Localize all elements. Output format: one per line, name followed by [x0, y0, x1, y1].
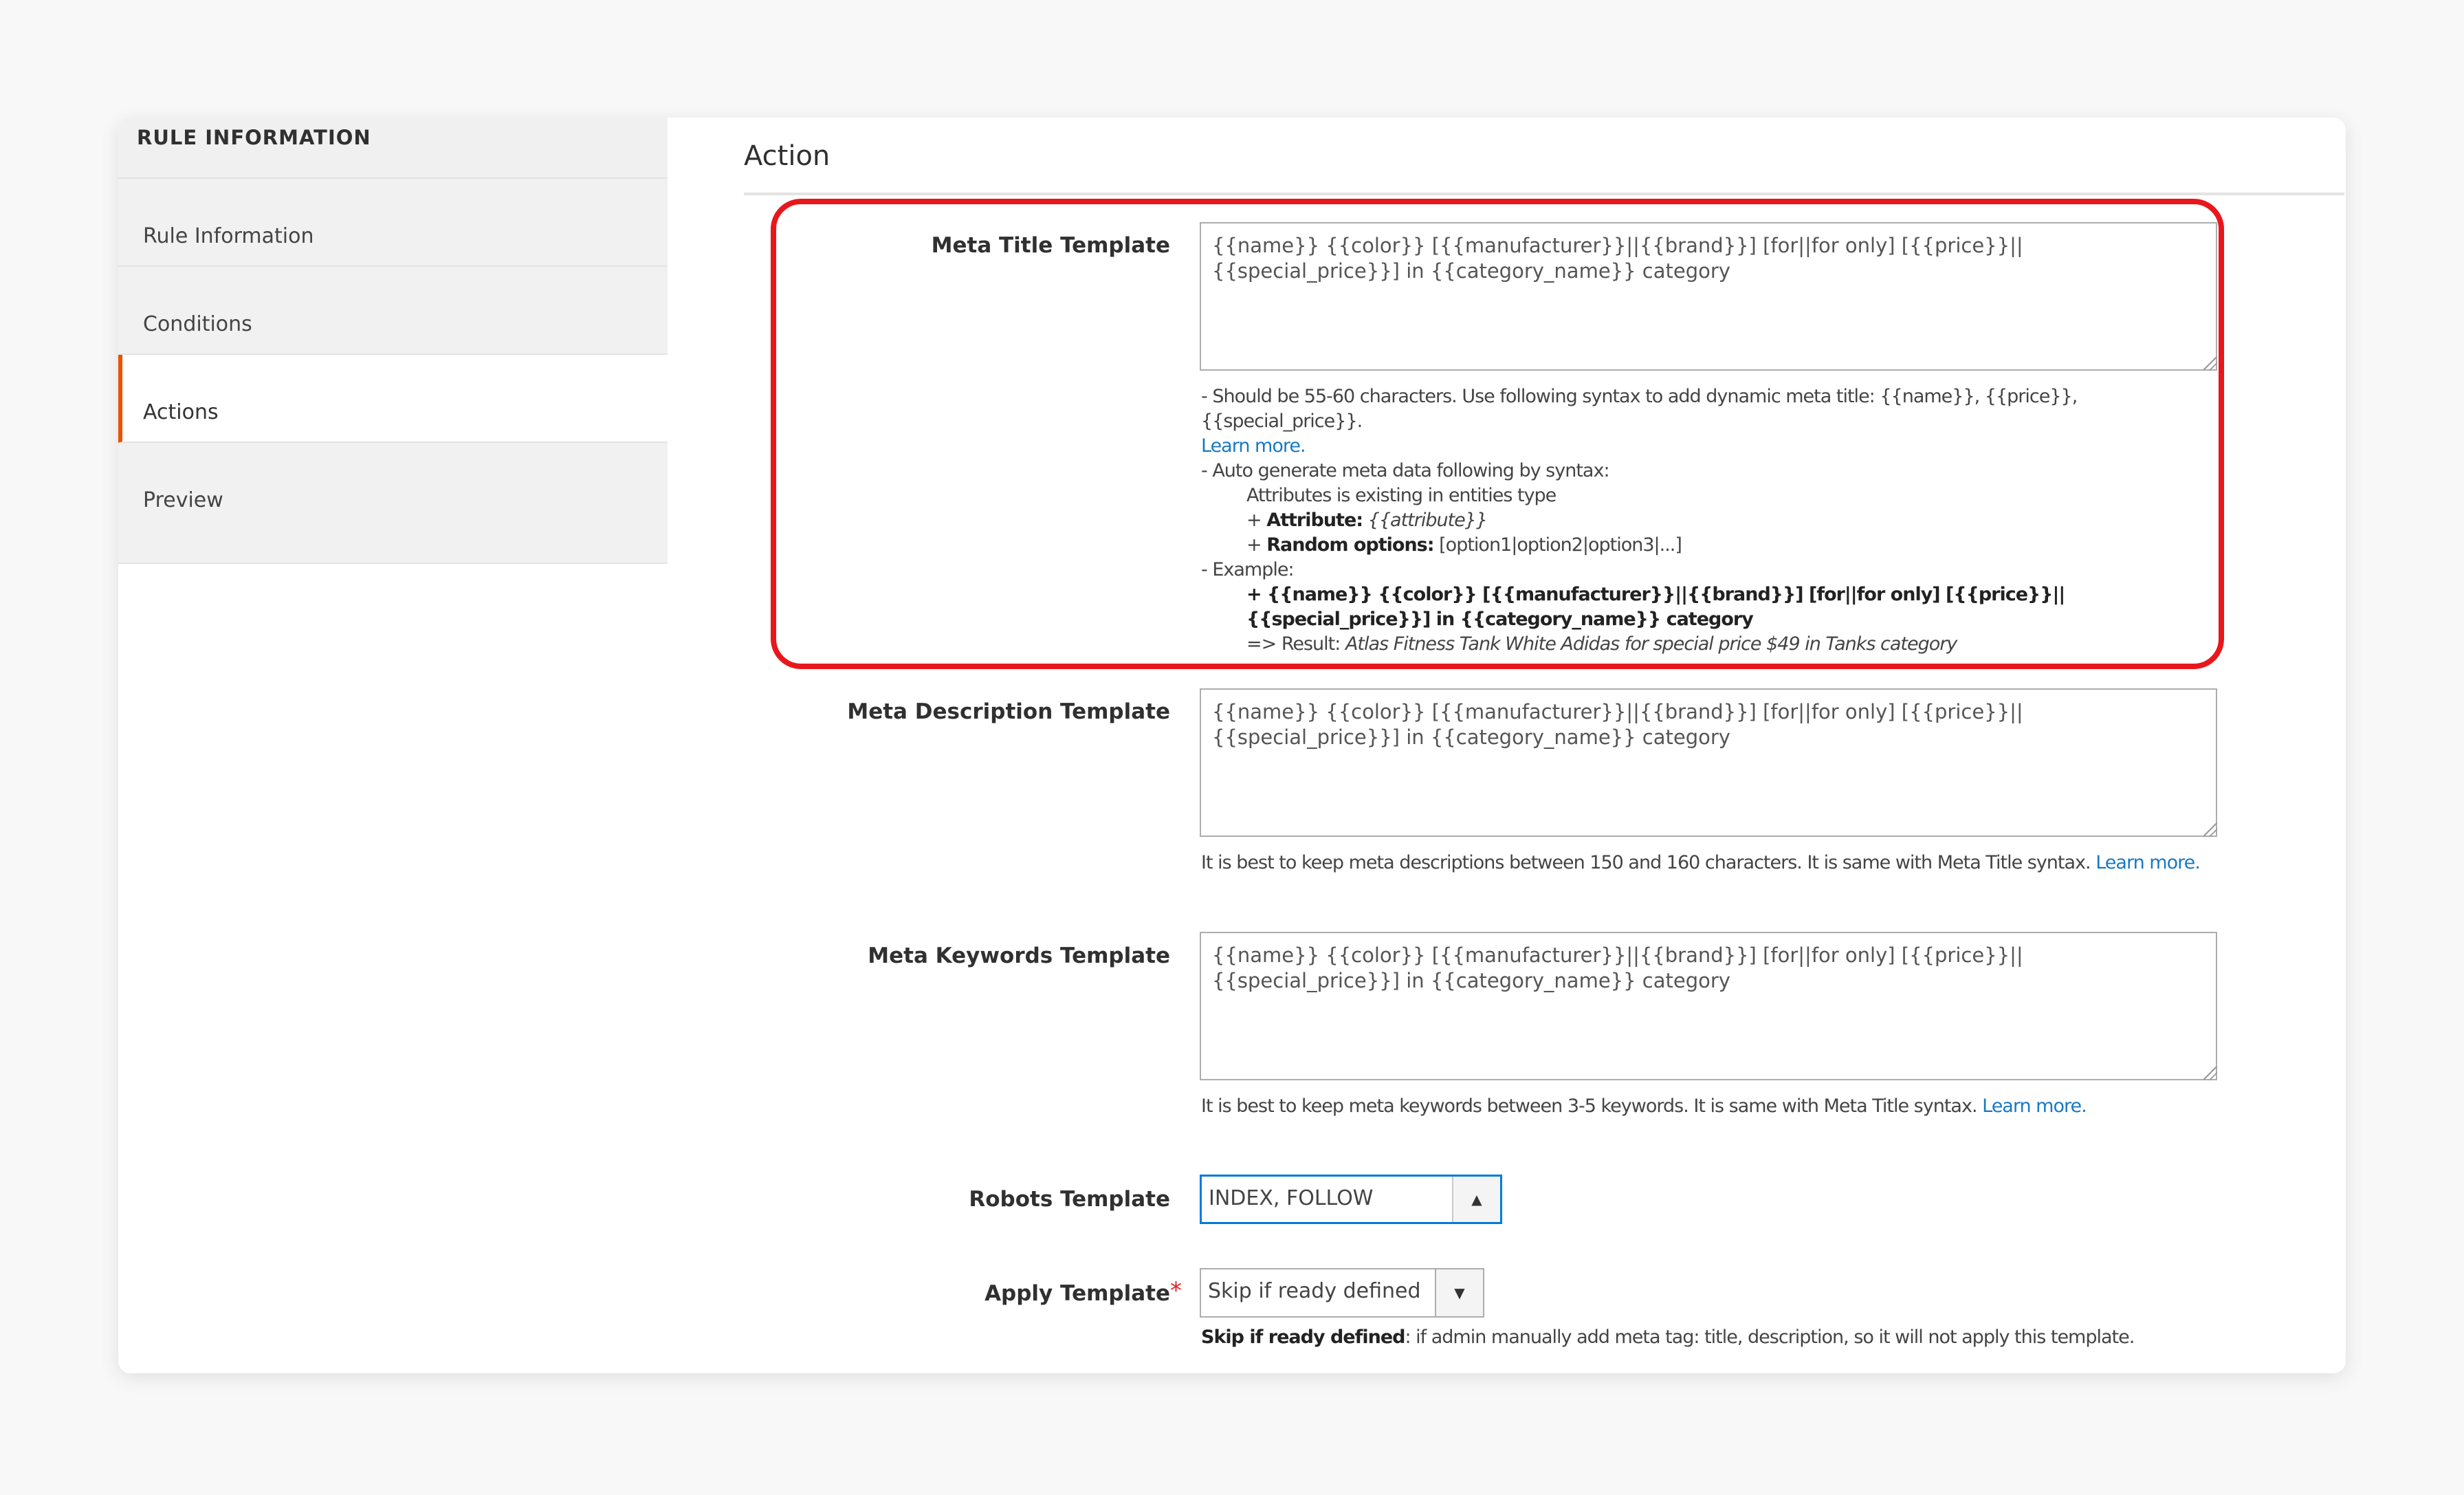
sidebar: RULE INFORMATION Rule Information Condit…	[118, 118, 668, 1373]
sidebar-title: RULE INFORMATION	[118, 118, 668, 179]
apply-template-help: Skip if ready defined: if admin manually…	[1201, 1325, 2135, 1350]
help-plus: +	[1246, 534, 1267, 556]
help-random-line: + Random options: [option1|option2|optio…	[1201, 533, 2232, 558]
help-line: - Should be 55-60 characters. Use follow…	[1201, 386, 2078, 432]
help-line: - Auto generate meta data following by s…	[1201, 460, 1610, 481]
sidebar-item-label: Actions	[143, 400, 219, 424]
apply-template-value: Skip if ready defined	[1208, 1279, 1421, 1303]
sidebar-item-rule-information[interactable]: Rule Information	[118, 179, 668, 267]
help-line: - Example:	[1201, 559, 1295, 580]
sidebar-item-label: Preview	[143, 488, 223, 512]
meta-keywords-help: It is best to keep meta keywords between…	[1201, 1094, 2087, 1119]
help-result-value: Atlas Fitness Tank White Adidas for spec…	[1345, 633, 1957, 655]
meta-description-label: Meta Description Template	[847, 699, 1170, 724]
help-plus: +	[1246, 510, 1267, 531]
help-example-text: + {{name}} {{color}} [{{manufacturer}}||…	[1246, 584, 2065, 630]
sidebar-item-conditions[interactable]: Conditions	[118, 267, 668, 355]
resize-grip-icon[interactable]	[2203, 823, 2217, 837]
chevron-up-icon[interactable]: ▲	[1452, 1177, 1500, 1222]
help-text: It is best to keep meta keywords between…	[1201, 1095, 1978, 1117]
help-attribute-label: Attribute:	[1266, 510, 1363, 531]
meta-description-help: It is best to keep meta descriptions bet…	[1201, 851, 2201, 875]
meta-keywords-textarea[interactable]: {{name}} {{color}} [{{manufacturer}}||{{…	[1200, 932, 2217, 1080]
sidebar-item-actions[interactable]: Actions	[118, 355, 668, 443]
help-text: It is best to keep meta descriptions bet…	[1201, 852, 2091, 873]
meta-title-textarea[interactable]: {{name}} {{color}} [{{manufacturer}}||{{…	[1200, 222, 2217, 371]
help-bold: Skip if ready defined	[1201, 1327, 1405, 1348]
meta-description-textarea[interactable]: {{name}} {{color}} [{{manufacturer}}||{{…	[1200, 688, 2217, 837]
section-divider	[744, 193, 2344, 195]
meta-title-help: - Should be 55-60 characters. Use follow…	[1201, 384, 2232, 657]
learn-more-link[interactable]: Learn more.	[1982, 1095, 2087, 1117]
main-content: Action Meta Title Template {{name}} {{co…	[668, 118, 2346, 1373]
resize-grip-icon[interactable]	[2203, 1067, 2217, 1080]
learn-more-link[interactable]: Learn more.	[2096, 852, 2201, 873]
robots-label: Robots Template	[969, 1187, 1170, 1212]
apply-template-select[interactable]: Skip if ready defined ▼	[1200, 1268, 1484, 1318]
help-line: Attributes is existing in entities type	[1246, 485, 1556, 506]
help-example: + {{name}} {{color}} [{{manufacturer}}||…	[1201, 582, 2140, 632]
help-text: : if admin manually add meta tag: title,…	[1405, 1327, 2135, 1348]
help-random-label: Random options:	[1266, 534, 1434, 556]
learn-more-link[interactable]: Learn more.	[1201, 435, 1306, 457]
required-asterisk: *	[1170, 1277, 1182, 1305]
help-result: => Result: Atlas Fitness Tank White Adid…	[1201, 632, 2232, 657]
help-attribute-value: {{attribute}}	[1367, 510, 1488, 531]
resize-grip-icon[interactable]	[2203, 357, 2217, 371]
meta-keywords-label: Meta Keywords Template	[868, 943, 1170, 968]
sidebar-item-label: Rule Information	[143, 224, 314, 248]
help-result-prefix: => Result:	[1246, 633, 1341, 655]
help-random-value: [option1|option2|option3|...]	[1439, 534, 1682, 556]
meta-title-label: Meta Title Template	[931, 233, 1170, 258]
section-title: Action	[744, 140, 830, 172]
sidebar-item-label: Conditions	[143, 312, 252, 336]
robots-value: INDEX, FOLLOW	[1209, 1186, 1374, 1210]
apply-template-label: Apply Template	[984, 1281, 1170, 1306]
help-attribute-line: + Attribute: {{attribute}}	[1201, 508, 2232, 533]
rule-edit-panel: RULE INFORMATION Rule Information Condit…	[118, 118, 2346, 1373]
sidebar-item-preview[interactable]: Preview	[118, 443, 668, 564]
chevron-down-icon[interactable]: ▼	[1435, 1269, 1483, 1316]
robots-select[interactable]: INDEX, FOLLOW ▲	[1200, 1175, 1502, 1224]
